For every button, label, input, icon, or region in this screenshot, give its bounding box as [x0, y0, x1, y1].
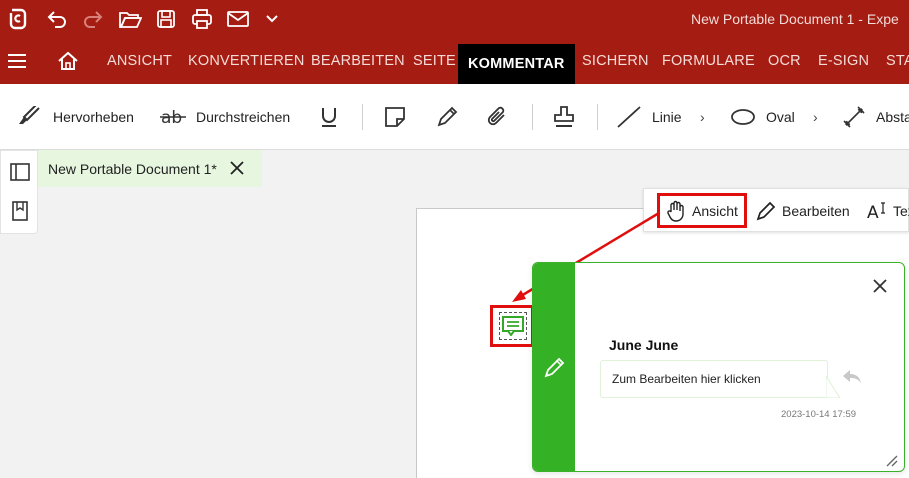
- save-icon[interactable]: [153, 0, 179, 38]
- strikethrough-tool[interactable]: ab Durchstreichen: [160, 84, 291, 149]
- line-icon: [617, 106, 641, 128]
- document-tab-title: New Portable Document 1*: [48, 160, 217, 177]
- highlight-label: Hervorheben: [53, 109, 134, 125]
- sticky-note-icon: [385, 107, 405, 127]
- edit-mode-button[interactable]: Bearbeiten: [756, 189, 850, 233]
- window-title: New Portable Document 1 - Expe: [691, 11, 899, 27]
- comment-date: 2023-10-14 17:59: [781, 409, 857, 420]
- distance-icon: [843, 106, 865, 128]
- text-mode-label: Tex: [893, 203, 909, 219]
- tab-e-sign[interactable]: E-SIGN: [818, 38, 869, 84]
- close-popup-icon[interactable]: [869, 275, 891, 297]
- tab-sichern[interactable]: SICHERN: [582, 38, 649, 84]
- comment-toolbar: Hervorheben ab Durchstreichen Linie › Ov…: [0, 84, 909, 150]
- oval-icon: [731, 109, 755, 125]
- tab-kommentar[interactable]: KOMMENTAR: [458, 44, 575, 84]
- underline-tool[interactable]: [319, 84, 339, 149]
- left-panel: [0, 150, 38, 234]
- undo-icon[interactable]: [44, 0, 70, 38]
- tab-ansicht[interactable]: ANSICHT: [107, 38, 172, 84]
- pencil-icon: [756, 201, 776, 221]
- attachment-tool[interactable]: [487, 84, 509, 149]
- highlight-box-view-button: [657, 193, 747, 228]
- underline-icon: [322, 108, 336, 127]
- tab-ocr[interactable]: OCR: [768, 38, 801, 84]
- sidebar-toggle-icon[interactable]: [7, 159, 33, 185]
- toolbar-divider: [532, 104, 533, 130]
- close-tab-icon[interactable]: [227, 158, 247, 178]
- pencil-icon: [437, 106, 458, 127]
- comment-author: June June: [609, 337, 679, 353]
- highlighter-icon: [19, 106, 40, 124]
- highlight-tool[interactable]: Hervorheben: [17, 84, 134, 149]
- edit-comment-icon[interactable]: [542, 356, 566, 380]
- bookmark-icon[interactable]: [7, 198, 33, 224]
- line-label: Linie: [652, 109, 682, 125]
- text-cursor-icon: A: [867, 202, 885, 221]
- oval-more-icon[interactable]: ›: [813, 109, 818, 125]
- chevron-down-icon[interactable]: [262, 0, 282, 38]
- tab-seite[interactable]: SEITE: [413, 38, 456, 84]
- document-tab[interactable]: New Portable Document 1*: [38, 150, 262, 187]
- line-more-icon[interactable]: ›: [700, 109, 705, 125]
- strikethrough-label: Durchstreichen: [196, 109, 291, 125]
- toolbar-divider: [597, 104, 598, 130]
- tab-konvertieren[interactable]: KONVERTIEREN: [188, 38, 305, 84]
- app-logo-icon: [4, 0, 32, 38]
- print-icon[interactable]: [188, 0, 216, 38]
- redo-icon[interactable]: [80, 0, 106, 38]
- reply-icon[interactable]: [842, 367, 862, 387]
- resize-grip-icon[interactable]: [884, 453, 898, 467]
- highlight-box-annotation: [490, 305, 534, 347]
- paperclip-icon: [487, 106, 505, 126]
- comment-text-field[interactable]: Zum Bearbeiten hier klicken: [600, 360, 828, 398]
- open-folder-icon[interactable]: [116, 0, 144, 38]
- svg-text:A: A: [867, 203, 879, 221]
- tab-bearbeiten[interactable]: BEARBEITEN: [311, 38, 405, 84]
- tab-stamp[interactable]: STA: [886, 38, 909, 84]
- mail-icon[interactable]: [224, 0, 252, 38]
- comment-popup: June June Zum Bearbeiten hier klicken 20…: [532, 262, 905, 472]
- sticky-note-tool[interactable]: [384, 84, 406, 149]
- svg-text:ab: ab: [161, 108, 182, 128]
- distance-tool[interactable]: Absta: [842, 84, 909, 149]
- tab-formulare[interactable]: FORMULARE: [662, 38, 755, 84]
- stamp-icon: [554, 106, 574, 127]
- text-mode-button[interactable]: A Tex: [867, 189, 909, 233]
- stamp-tool[interactable]: [552, 84, 576, 149]
- line-tool[interactable]: Linie: [616, 84, 682, 149]
- hamburger-menu-icon[interactable]: [7, 38, 27, 84]
- oval-label: Oval: [766, 109, 795, 125]
- pencil-tool[interactable]: [436, 84, 458, 149]
- ribbon-tabs: ANSICHT KONVERTIEREN BEARBEITEN SEITE KO…: [0, 38, 909, 84]
- toolbar-divider: [362, 104, 363, 130]
- strikethrough-icon: ab: [160, 108, 186, 128]
- distance-label: Absta: [876, 109, 909, 125]
- title-bar: New Portable Document 1 - Expe: [0, 0, 909, 38]
- edit-mode-label: Bearbeiten: [782, 203, 850, 219]
- home-icon[interactable]: [57, 38, 79, 84]
- comment-bubble-tail: [826, 376, 840, 398]
- oval-tool[interactable]: Oval: [730, 84, 795, 149]
